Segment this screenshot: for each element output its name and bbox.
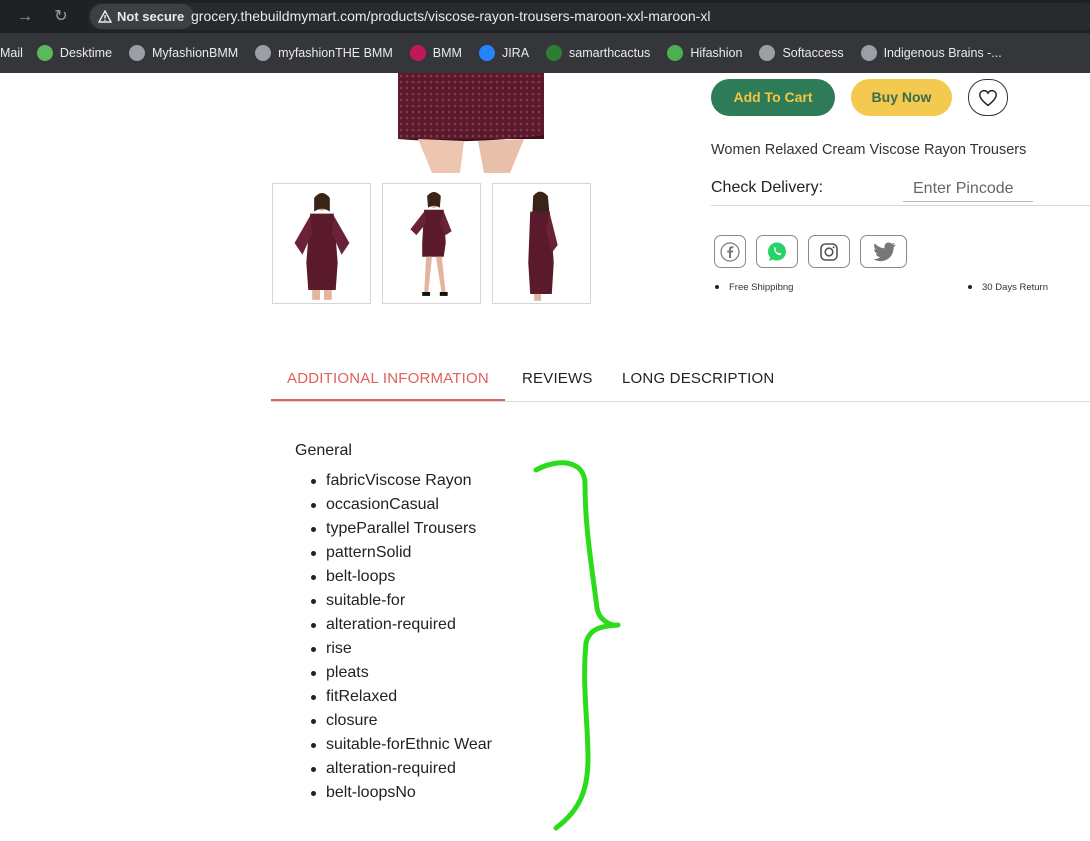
bookmark-label: MyfashionBMM: [152, 46, 239, 60]
thumbnail-3[interactable]: [492, 183, 591, 304]
bookmark-3[interactable]: myfashionTHE BMM: [255, 45, 393, 61]
globe-icon: [255, 45, 272, 61]
bookmark-2[interactable]: MyfashionBMM: [129, 45, 238, 61]
whatsapp-icon: [768, 242, 786, 261]
spec-item: pleats: [295, 661, 492, 685]
thumbnail-strip: [272, 183, 591, 304]
spec-item: belt-loopsNo: [295, 781, 492, 805]
pincode-input[interactable]: [903, 176, 1033, 202]
facebook-share-button[interactable]: [714, 235, 746, 268]
spec-item: fitRelaxed: [295, 685, 492, 709]
jira-icon: [478, 45, 495, 61]
active-tab-indicator: [271, 399, 505, 401]
bookmark-6[interactable]: samarthcactus: [546, 45, 650, 61]
bookmark-label: samarthcactus: [569, 46, 651, 60]
bookmark-4[interactable]: BMM: [409, 45, 462, 61]
general-heading: General: [295, 442, 352, 459]
product-name: Women Relaxed Cream Viscose Rayon Trouse…: [711, 142, 1027, 158]
thumbnail-1[interactable]: [272, 183, 371, 304]
globe-icon: [759, 45, 776, 61]
tab-reviews[interactable]: REVIEWS: [522, 370, 593, 387]
feature-free-shipping: Free Shippibng: [715, 282, 793, 293]
spec-item: suitable-forEthnic Wear: [295, 733, 492, 757]
bookmark-label: Desktime: [59, 46, 113, 60]
spec-item: occasionCasual: [295, 493, 492, 517]
spec-item: alteration-required: [295, 757, 492, 781]
url-text[interactable]: grocery.thebuildmymart.com/products/visc…: [191, 8, 710, 24]
cactus-icon: [546, 45, 563, 61]
buy-now-button[interactable]: Buy Now: [851, 79, 952, 116]
twitter-icon: [872, 242, 895, 261]
annotation-brace: [533, 460, 621, 831]
bookmark-7[interactable]: Hifashion: [667, 45, 742, 61]
browser-toolbar: → ↻ Not secure grocery.thebuildmymart.co…: [0, 0, 1090, 33]
bookmark-1[interactable]: Desktime: [36, 45, 113, 61]
bookmark-label: JIRA: [501, 46, 530, 60]
bookmark-label: BMM: [432, 46, 462, 60]
spec-item: suitable-for: [295, 589, 492, 613]
spec-item: fabricViscose Rayon: [295, 469, 492, 493]
security-label: Not secure: [117, 9, 185, 24]
add-to-cart-button[interactable]: Add To Cart: [711, 79, 835, 116]
spec-item: belt-loops: [295, 565, 492, 589]
whatsapp-share-button[interactable]: [756, 235, 798, 268]
bookmark-8[interactable]: Softaccess: [759, 45, 844, 61]
spec-item: typeParallel Trousers: [295, 517, 492, 541]
reload-icon[interactable]: ↻: [50, 6, 72, 28]
facebook-icon: [720, 241, 740, 262]
wishlist-button[interactable]: [968, 79, 1008, 116]
bookmarks-bar: Mail Desktime MyfashionBMM myfashionTHE BMM…: [0, 33, 1090, 73]
spec-list: fabricViscose Rayon occasionCasual typePar…: [295, 469, 492, 805]
check-delivery-label: Check Delivery:: [711, 179, 824, 196]
spec-item: rise: [295, 637, 492, 661]
globe-icon: [860, 45, 877, 61]
hifashion-icon: [667, 45, 684, 61]
globe-icon: [129, 45, 146, 61]
bookmark-label: Softaccess: [782, 46, 844, 60]
spec-item: patternSolid: [295, 541, 492, 565]
product-page: Add To Cart Buy Now Women Relaxed Cream …: [0, 73, 1090, 841]
desktime-icon: [36, 45, 53, 61]
divider: [711, 205, 1090, 206]
thumbnail-2[interactable]: [382, 183, 481, 304]
warning-icon: [98, 10, 112, 23]
bookmark-label: Indigenous Brains -...: [883, 46, 1002, 60]
bookmark-label: Mail: [0, 46, 23, 60]
tab-long-description[interactable]: LONG DESCRIPTION: [622, 370, 774, 387]
tab-additional-information[interactable]: ADDITIONAL INFORMATION: [287, 370, 489, 387]
bookmark-label: Hifashion: [690, 46, 743, 60]
bookmark-0[interactable]: Mail: [0, 46, 23, 60]
bmm-icon: [409, 45, 426, 61]
bookmark-9[interactable]: Indigenous Brains -...: [860, 45, 1002, 61]
forward-icon[interactable]: →: [14, 6, 36, 28]
instagram-icon: [820, 242, 838, 261]
bookmark-5[interactable]: JIRA: [478, 45, 530, 61]
heart-icon: [979, 89, 997, 106]
twitter-share-button[interactable]: [860, 235, 907, 268]
instagram-share-button[interactable]: [808, 235, 850, 268]
spec-item: alteration-required: [295, 613, 492, 637]
security-chip[interactable]: Not secure: [90, 4, 195, 29]
spec-item: closure: [295, 709, 492, 733]
info-tabs: ADDITIONAL INFORMATION REVIEWS LONG DESC…: [271, 359, 1090, 402]
product-main-image[interactable]: [398, 73, 544, 173]
bookmark-label: myfashionTHE BMM: [278, 46, 393, 60]
feature-returns: 30 Days Return: [968, 282, 1048, 293]
